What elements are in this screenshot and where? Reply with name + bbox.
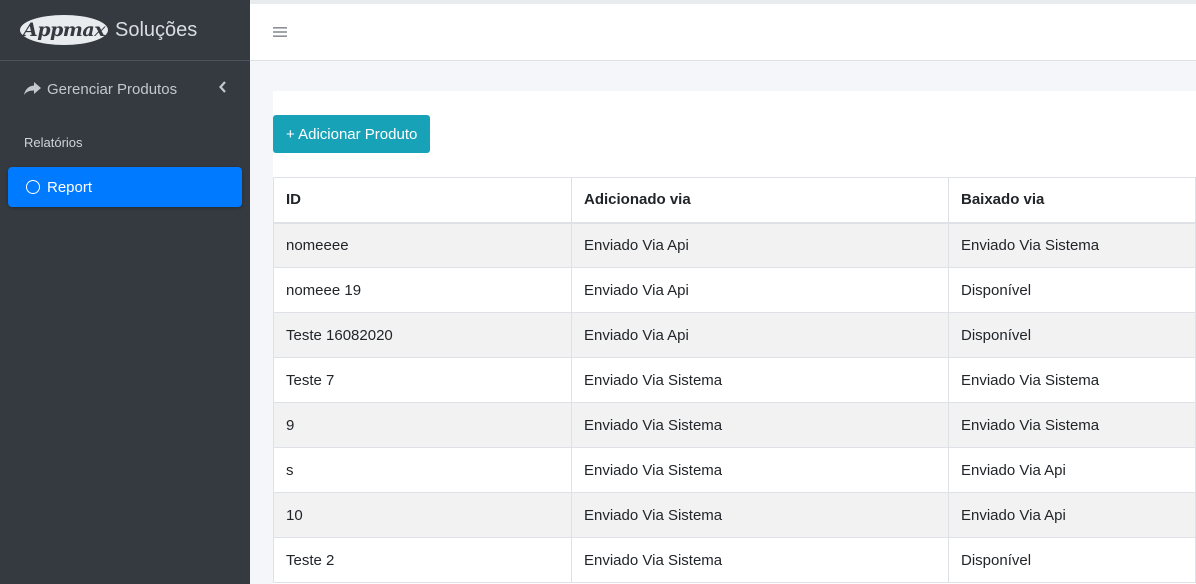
share-arrow-icon <box>24 82 41 95</box>
sidebar-item-gerenciar-produtos[interactable]: Gerenciar Produtos <box>8 69 242 109</box>
brand-link[interactable]: Appmax Soluções <box>0 0 250 61</box>
hamburger-icon[interactable] <box>273 26 287 38</box>
cell-baixado-via: Enviado Via Api <box>948 447 1196 493</box>
brand-title: Soluções <box>115 18 198 41</box>
table-row: 10 Enviado Via Sistema Enviado Via Api <box>273 492 1196 538</box>
cell-id: Teste 16082020 <box>273 312 572 358</box>
cell-adicionado-via: Enviado Via Api <box>571 267 949 313</box>
table-row: nomeee 19 Enviado Via Api Disponível <box>273 267 1196 313</box>
column-header-baixado-via: Baixado via <box>948 177 1196 224</box>
column-header-id: ID <box>273 177 572 224</box>
table-row: s Enviado Via Sistema Enviado Via Api <box>273 447 1196 493</box>
cell-adicionado-via: Enviado Via Sistema <box>571 537 949 583</box>
cell-baixado-via: Disponível <box>948 537 1196 583</box>
cell-baixado-via: Enviado Via Sistema <box>948 402 1196 448</box>
sidebar: Appmax Soluções Gerenciar Produtos Relat… <box>0 0 250 584</box>
cell-id: nomeee 19 <box>273 267 572 313</box>
products-table: ID Adicionado via Baixado via nomeeee En… <box>273 177 1196 583</box>
cell-id: Teste 2 <box>273 537 572 583</box>
column-header-adicionado-via: Adicionado via <box>571 177 949 224</box>
add-product-button[interactable]: + Adicionar Produto <box>273 115 431 153</box>
cell-adicionado-via: Enviado Via Sistema <box>571 492 949 538</box>
cell-id: Teste 7 <box>273 357 572 403</box>
cell-baixado-via: Disponível <box>948 267 1196 313</box>
cell-baixado-via: Enviado Via Sistema <box>948 357 1196 403</box>
products-card: + Adicionar Produto ID Adicionado via Ba… <box>273 91 1196 584</box>
cell-baixado-via: Disponível <box>948 312 1196 358</box>
cell-adicionado-via: Enviado Via Api <box>571 312 949 358</box>
cell-id: 9 <box>273 402 572 448</box>
cell-adicionado-via: Enviado Via Api <box>571 222 949 268</box>
top-navbar <box>250 4 1196 61</box>
sidebar-item-label: Report <box>47 178 93 196</box>
cell-id: s <box>273 447 572 493</box>
chevron-left-icon[interactable] <box>218 80 228 94</box>
circle-icon <box>26 180 40 194</box>
cell-adicionado-via: Enviado Via Sistema <box>571 357 949 403</box>
cell-adicionado-via: Enviado Via Sistema <box>571 447 949 493</box>
table-row: Teste 2 Enviado Via Sistema Disponível <box>273 537 1196 583</box>
sidebar-section-header: Relatórios <box>24 135 83 150</box>
cell-id: 10 <box>273 492 572 538</box>
table-row: 9 Enviado Via Sistema Enviado Via Sistem… <box>273 402 1196 448</box>
sidebar-item-label: Gerenciar Produtos <box>47 80 178 98</box>
table-row: nomeeee Enviado Via Api Enviado Via Sist… <box>273 222 1196 268</box>
sidebar-item-report[interactable]: Report <box>8 167 242 207</box>
cell-baixado-via: Enviado Via Sistema <box>948 222 1196 268</box>
table-row: Teste 16082020 Enviado Via Api Disponíve… <box>273 312 1196 358</box>
table-row: Teste 7 Enviado Via Sistema Enviado Via … <box>273 357 1196 403</box>
appmax-logo: Appmax <box>20 15 108 45</box>
cell-id: nomeeee <box>273 222 572 268</box>
table-header-row: ID Adicionado via Baixado via <box>273 177 1196 224</box>
cell-adicionado-via: Enviado Via Sistema <box>571 402 949 448</box>
cell-baixado-via: Enviado Via Api <box>948 492 1196 538</box>
